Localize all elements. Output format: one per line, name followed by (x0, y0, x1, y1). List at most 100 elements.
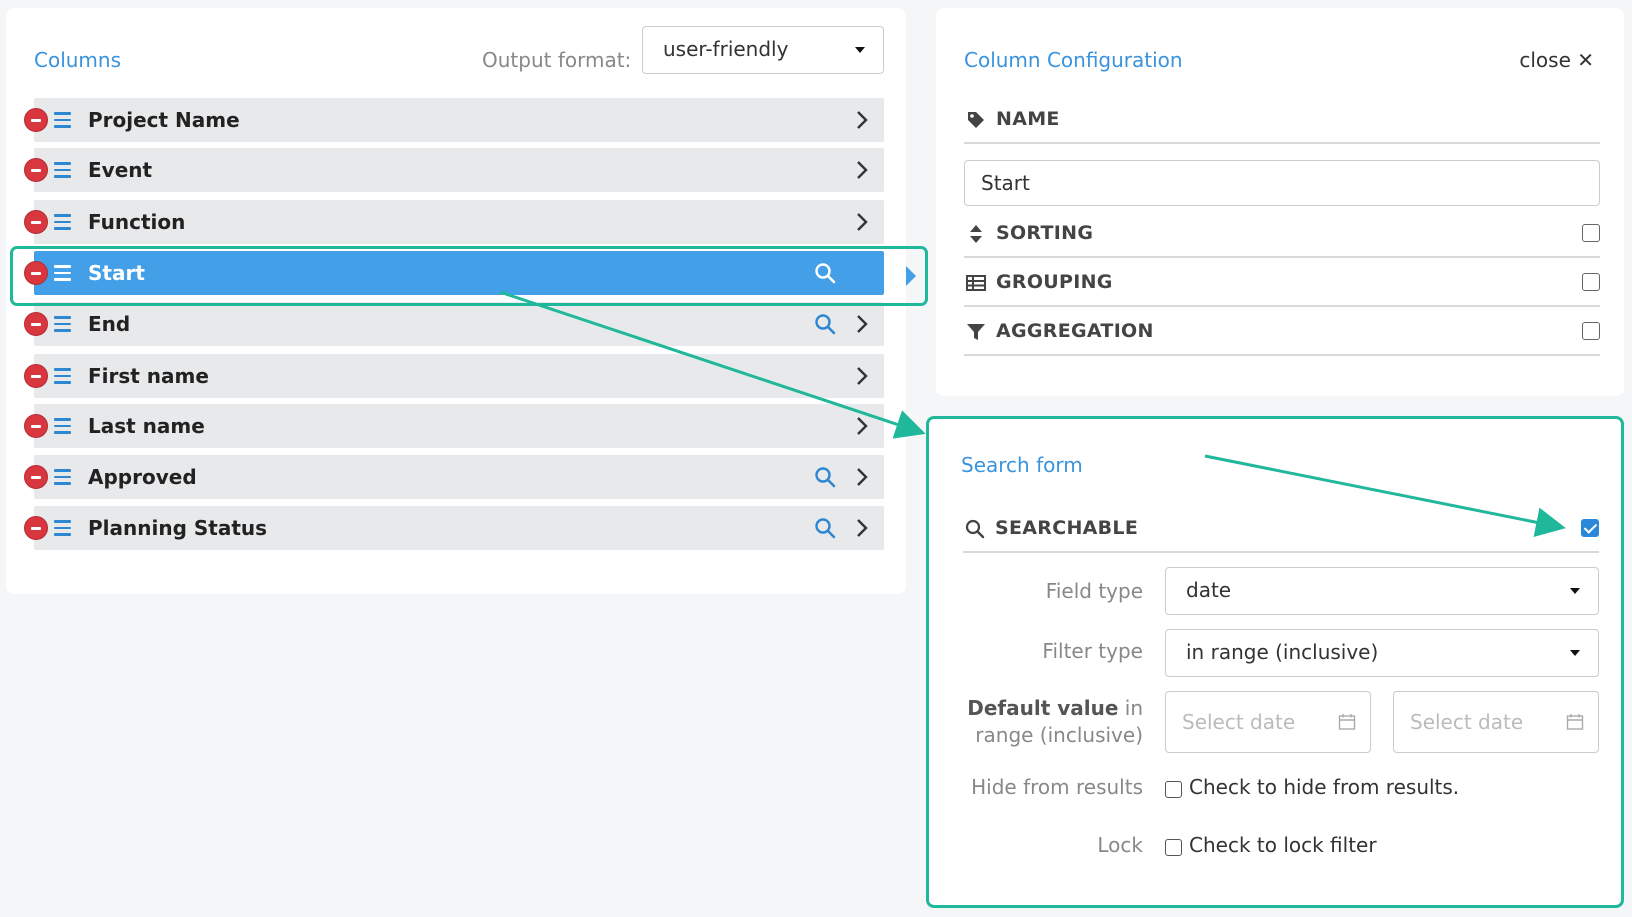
caret-down-icon (1570, 588, 1580, 594)
column-row-label: Approved (88, 465, 197, 489)
sorting-label: SORTING (996, 222, 1094, 244)
field-type-label: Field type (1045, 579, 1143, 603)
column-row[interactable]: Planning Status (24, 506, 884, 550)
hide-from-results-checkbox[interactable] (1165, 781, 1182, 798)
search-icon (965, 519, 985, 539)
hide-from-results-text: Check to hide from results. (1189, 775, 1460, 799)
drag-handle-icon[interactable] (54, 520, 72, 536)
name-section: NAME (964, 94, 1600, 144)
column-row[interactable]: Event (24, 148, 884, 192)
lock-label: Lock (1097, 833, 1143, 857)
caret-down-icon (1570, 650, 1580, 656)
column-row-label: Event (88, 158, 153, 182)
sorting-section: SORTING (964, 208, 1600, 258)
column-row-label: Planning Status (88, 516, 268, 540)
caret-down-icon (855, 47, 865, 53)
column-row-label: Last name (88, 414, 205, 438)
column-row-label: Project Name (88, 108, 240, 132)
drag-handle-icon[interactable] (54, 368, 72, 384)
grouping-label: GROUPING (996, 271, 1113, 293)
name-label: NAME (996, 108, 1060, 130)
default-value-label-bold: Default value (967, 696, 1119, 720)
remove-icon[interactable] (24, 108, 48, 132)
close-button[interactable]: close ✕ (1519, 48, 1594, 72)
drag-handle-icon[interactable] (54, 112, 72, 128)
drag-handle-icon[interactable] (54, 316, 72, 332)
active-row-pointer (906, 266, 916, 286)
remove-icon[interactable] (24, 364, 48, 388)
searchable-label: SEARCHABLE (995, 517, 1139, 539)
columns-title: Columns (34, 48, 122, 72)
chevron-right-icon[interactable] (856, 110, 868, 130)
remove-icon[interactable] (24, 465, 48, 489)
output-format-select[interactable]: user-friendly (642, 26, 884, 74)
remove-icon[interactable] (24, 516, 48, 540)
default-value-label: Default value in range (inclusive) (967, 695, 1143, 749)
column-row[interactable]: Last name (24, 404, 884, 448)
chevron-right-icon[interactable] (856, 467, 868, 487)
drag-handle-icon[interactable] (54, 162, 72, 178)
chevron-right-icon[interactable] (856, 416, 868, 436)
date-to-placeholder: Select date (1410, 710, 1524, 734)
aggregation-section: AGGREGATION (964, 306, 1600, 356)
search-icon[interactable] (814, 517, 836, 539)
aggregation-label: AGGREGATION (996, 320, 1154, 342)
column-row-label: End (88, 312, 131, 336)
sorting-checkbox[interactable] (1582, 224, 1600, 242)
column-configuration-panel: Column Configuration close ✕ NAME Start … (936, 8, 1624, 396)
remove-icon[interactable] (24, 414, 48, 438)
column-row[interactable]: First name (24, 354, 884, 398)
grouping-section: GROUPING (964, 257, 1600, 307)
remove-icon[interactable] (24, 158, 48, 182)
filter-type-label: Filter type (1042, 639, 1143, 663)
config-title: Column Configuration (964, 48, 1183, 72)
date-from-input[interactable]: Select date (1165, 691, 1371, 753)
remove-icon[interactable] (24, 210, 48, 234)
column-row[interactable]: Project Name (24, 98, 884, 142)
lock-filter-text: Check to lock filter (1189, 833, 1377, 857)
searchable-checkbox[interactable] (1581, 519, 1599, 537)
sort-icon (970, 225, 982, 243)
table-icon (966, 275, 986, 291)
field-type-select[interactable]: date (1165, 567, 1599, 615)
date-from-placeholder: Select date (1182, 710, 1296, 734)
search-form-title: Search form (961, 453, 1083, 477)
search-icon[interactable] (814, 313, 836, 335)
date-to-input[interactable]: Select date (1393, 691, 1599, 753)
close-icon: ✕ (1577, 48, 1594, 72)
default-value-label-in: in (1118, 696, 1143, 720)
search-form-panel: Search form SEARCHABLE Field type date F… (926, 416, 1624, 908)
calendar-icon (1566, 714, 1584, 730)
active-row-highlight (10, 246, 928, 306)
output-format-value: user-friendly (663, 37, 789, 61)
grouping-checkbox[interactable] (1582, 273, 1600, 291)
hide-from-results-label: Hide from results (971, 775, 1143, 799)
chevron-right-icon[interactable] (856, 366, 868, 386)
default-value-label-rest: range (inclusive) (975, 723, 1143, 747)
chevron-right-icon[interactable] (856, 518, 868, 538)
tag-icon (968, 112, 984, 128)
drag-handle-icon[interactable] (54, 418, 72, 434)
remove-icon[interactable] (24, 312, 48, 336)
drag-handle-icon[interactable] (54, 469, 72, 485)
column-row-label: Function (88, 210, 186, 234)
drag-handle-icon[interactable] (54, 214, 72, 230)
aggregation-checkbox[interactable] (1582, 322, 1600, 340)
name-input[interactable]: Start (964, 160, 1600, 206)
chevron-right-icon[interactable] (856, 314, 868, 334)
output-format-label: Output format: (482, 48, 632, 72)
column-row[interactable]: End (24, 302, 884, 346)
chevron-right-icon[interactable] (856, 160, 868, 180)
column-row[interactable]: Approved (24, 455, 884, 499)
column-row-label: First name (88, 364, 209, 388)
chevron-right-icon[interactable] (856, 212, 868, 232)
filter-type-select[interactable]: in range (inclusive) (1165, 629, 1599, 677)
lock-filter-checkbox[interactable] (1165, 839, 1182, 856)
filter-icon (967, 324, 985, 340)
field-type-value: date (1186, 578, 1232, 602)
column-row[interactable]: Function (24, 200, 884, 244)
search-icon[interactable] (814, 466, 836, 488)
close-label: close (1519, 48, 1571, 72)
calendar-icon (1338, 714, 1356, 730)
searchable-section: SEARCHABLE (963, 503, 1599, 553)
